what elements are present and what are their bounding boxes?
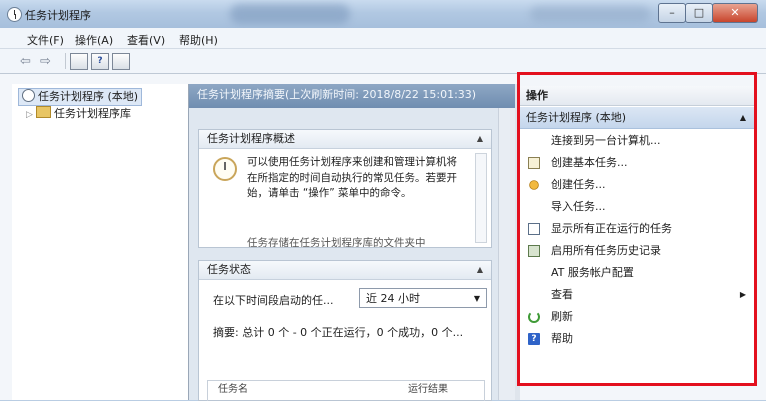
summary-header: 任务计划程序摘要(上次刷新时间: 2018/8/22 15:01:33) <box>189 84 515 108</box>
collapse-caret-icon[interactable]: ▲ <box>477 261 483 279</box>
action-view[interactable]: 查看 ▶ <box>520 284 754 306</box>
toolbar: ⇦ ⇨ ? <box>0 49 766 74</box>
clock-icon <box>7 7 22 22</box>
task-status-section-header[interactable]: 任务状态 ▲ <box>199 261 491 280</box>
console-tree: 任务计划程序 (本地) ▷ 任务计划程序库 <box>12 84 189 400</box>
minimize-button[interactable]: – <box>658 3 686 23</box>
action-create-basic-task[interactable]: 创建基本任务... <box>520 152 754 174</box>
actions-pane: 操作 任务计划程序 (本地) ▲ 连接到另一台计算机... 创建基本任务... … <box>520 86 754 383</box>
window-title: 任务计划程序 <box>25 9 91 22</box>
task-history-icon <box>528 245 540 257</box>
folder-icon <box>36 106 51 118</box>
title-bar[interactable]: 任务计划程序 – □ ✕ <box>0 0 766 28</box>
refresh-icon <box>528 311 540 323</box>
action-connect-computer[interactable]: 连接到另一台计算机... <box>520 130 754 152</box>
chevron-right-icon: ▶ <box>739 290 746 299</box>
action-help[interactable]: ? 帮助 <box>520 328 754 350</box>
show-hide-console-tree-icon[interactable] <box>70 53 88 70</box>
back-arrow-icon[interactable]: ⇦ <box>20 54 31 69</box>
action-show-running-tasks[interactable]: 显示所有正在运行的任务 <box>520 218 754 240</box>
action-create-task[interactable]: 创建任务... <box>520 174 754 196</box>
actions-group-task-scheduler-local[interactable]: 任务计划程序 (本地) ▲ <box>520 107 754 129</box>
tree-item-task-scheduler-library[interactable]: ▷ 任务计划程序库 <box>26 106 131 122</box>
task-scheduler-window: 任务计划程序 – □ ✕ 文件(F) 操作(A) 查看(V) 帮助(H) ⇦ ⇨… <box>0 0 766 401</box>
menu-bar: 文件(F) 操作(A) 查看(V) 帮助(H) <box>0 28 766 49</box>
chevron-down-icon: ▼ <box>473 294 480 303</box>
maximize-button[interactable]: □ <box>685 3 713 23</box>
column-task-name[interactable]: 任务名 <box>218 381 248 399</box>
actions-pane-header: 操作 <box>520 86 754 106</box>
action-at-service-config[interactable]: AT 服务帐户配置 <box>520 262 754 284</box>
menu-file[interactable]: 文件(F) <box>27 32 64 48</box>
overview-scrollbar[interactable] <box>475 153 487 243</box>
create-task-icon <box>529 180 539 190</box>
expand-arrow-icon[interactable]: ▷ <box>26 107 34 123</box>
show-hide-action-pane-icon[interactable] <box>112 53 130 70</box>
summary-scrollbar[interactable] <box>498 108 515 400</box>
action-import-task[interactable]: 导入任务... <box>520 196 754 218</box>
status-filter-label: 在以下时间段启动的任... <box>213 294 334 307</box>
action-refresh[interactable]: 刷新 <box>520 306 754 328</box>
close-button[interactable]: ✕ <box>712 3 758 23</box>
overview-cut-text: 任务存储在任务计划程序库的文件夹中 <box>247 237 426 247</box>
summary-pane: 任务计划程序摘要(上次刷新时间: 2018/8/22 15:01:33) 任务计… <box>189 84 515 401</box>
running-tasks-icon <box>528 223 540 235</box>
overview-section: 任务计划程序概述 ▲ 可以使用任务计划程序来创建和管理计算机将在所指定的时间自动… <box>198 129 492 248</box>
collapse-caret-icon[interactable]: ▲ <box>740 107 746 129</box>
overview-section-header[interactable]: 任务计划程序概述 ▲ <box>199 130 491 149</box>
status-table-header: 任务名 运行结果 <box>207 380 485 401</box>
forward-arrow-icon[interactable]: ⇨ <box>40 54 51 69</box>
column-run-result[interactable]: 运行结果 <box>408 381 448 399</box>
tree-item-task-scheduler-local[interactable]: 任务计划程序 (本地) <box>18 88 143 106</box>
status-time-range-select[interactable]: 近 24 小时 ▼ <box>359 288 487 308</box>
clock-icon <box>22 89 35 102</box>
clock-icon <box>213 157 237 181</box>
collapse-caret-icon[interactable]: ▲ <box>477 130 483 148</box>
menu-help[interactable]: 帮助(H) <box>179 32 218 48</box>
overview-text: 可以使用任务计划程序来创建和管理计算机将在所指定的时间自动执行的常见任务。若要开… <box>247 156 457 199</box>
menu-action[interactable]: 操作(A) <box>75 32 113 48</box>
status-summary-text: 摘要: 总计 0 个 - 0 个正在运行，0 个成功，0 个... <box>213 326 464 339</box>
help-icon: ? <box>528 333 540 345</box>
action-enable-task-history[interactable]: 启用所有任务历史记录 <box>520 240 754 262</box>
help-toolbar-icon[interactable]: ? <box>91 53 109 70</box>
task-status-section: 任务状态 ▲ 在以下时间段启动的任... 近 24 小时 ▼ 摘要: 总计 0 … <box>198 260 492 401</box>
menu-view[interactable]: 查看(V) <box>127 32 165 48</box>
create-basic-task-icon <box>528 157 540 169</box>
